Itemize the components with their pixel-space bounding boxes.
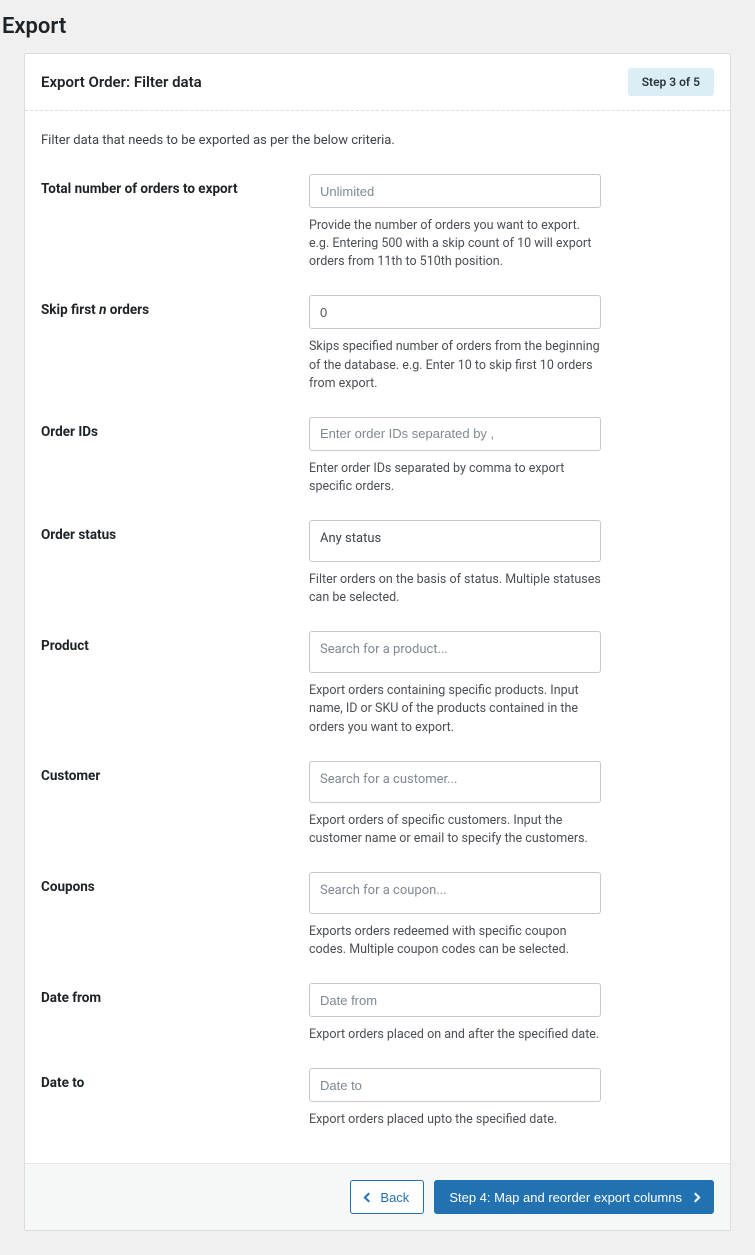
field-row-date-from: Date from Export orders placed on and af… [41,983,714,1044]
next-step-button[interactable]: Step 4: Map and reorder export columns [434,1180,714,1214]
help-product: Export orders containing specific produc… [309,682,601,736]
product-select[interactable]: Search for a product... [309,631,601,673]
help-status: Filter orders on the basis of status. Mu… [309,571,601,607]
card-title: Export Order: Filter data [41,73,202,91]
field-label-date-to: Date to [41,1068,309,1091]
help-skip: Skips specified number of orders from th… [309,338,601,392]
product-select-placeholder: Search for a product... [320,642,448,657]
card-header: Export Order: Filter data Step 3 of 5 [25,54,730,111]
chevron-left-icon [364,1192,374,1202]
page-title: Export [2,14,753,39]
field-row-skip: Skip first n orders Skips specified numb… [41,295,714,392]
card-footer: Back Step 4: Map and reorder export colu… [25,1163,730,1230]
field-label-status: Order status [41,520,309,543]
help-order-ids: Enter order IDs separated by comma to ex… [309,460,601,496]
date-to-input[interactable] [309,1068,601,1102]
field-row-coupons: Coupons Search for a coupon... Exports o… [41,872,714,959]
customer-select-placeholder: Search for a customer... [320,772,457,787]
help-customer: Export orders of specific customers. Inp… [309,812,601,848]
step-badge: Step 3 of 5 [628,68,714,96]
status-select[interactable]: Any status [309,520,601,562]
help-date-to: Export orders placed upto the specified … [309,1111,601,1129]
field-label-product: Product [41,631,309,654]
field-row-limit: Total number of orders to export Provide… [41,174,714,271]
export-card: Export Order: Filter data Step 3 of 5 Fi… [24,53,731,1231]
back-button-label: Back [380,1190,409,1205]
customer-select[interactable]: Search for a customer... [309,761,601,803]
field-label-limit: Total number of orders to export [41,174,309,197]
page-header: Export [0,0,755,53]
field-row-customer: Customer Search for a customer... Export… [41,761,714,848]
field-row-product: Product Search for a product... Export o… [41,631,714,736]
field-label-date-from: Date from [41,983,309,1006]
coupons-select[interactable]: Search for a coupon... [309,872,601,914]
intro-text: Filter data that needs to be exported as… [41,133,714,148]
field-label-customer: Customer [41,761,309,784]
help-coupons: Exports orders redeemed with specific co… [309,923,601,959]
field-label-order-ids: Order IDs [41,417,309,440]
order-ids-input[interactable] [309,417,601,451]
card-body: Filter data that needs to be exported as… [25,111,730,1163]
chevron-right-icon [691,1192,701,1202]
field-row-order-ids: Order IDs Enter order IDs separated by c… [41,417,714,496]
limit-input[interactable] [309,174,601,208]
field-label-coupons: Coupons [41,872,309,895]
help-date-from: Export orders placed on and after the sp… [309,1026,601,1044]
next-step-button-label: Step 4: Map and reorder export columns [449,1190,682,1205]
status-select-value: Any status [320,531,381,546]
field-row-date-to: Date to Export orders placed upto the sp… [41,1068,714,1129]
date-from-input[interactable] [309,983,601,1017]
help-limit: Provide the number of orders you want to… [309,217,601,271]
field-row-status: Order status Any status Filter orders on… [41,520,714,607]
skip-input[interactable] [309,295,601,329]
back-button[interactable]: Back [350,1180,424,1214]
coupons-select-placeholder: Search for a coupon... [320,883,447,898]
field-label-skip: Skip first n orders [41,295,309,318]
